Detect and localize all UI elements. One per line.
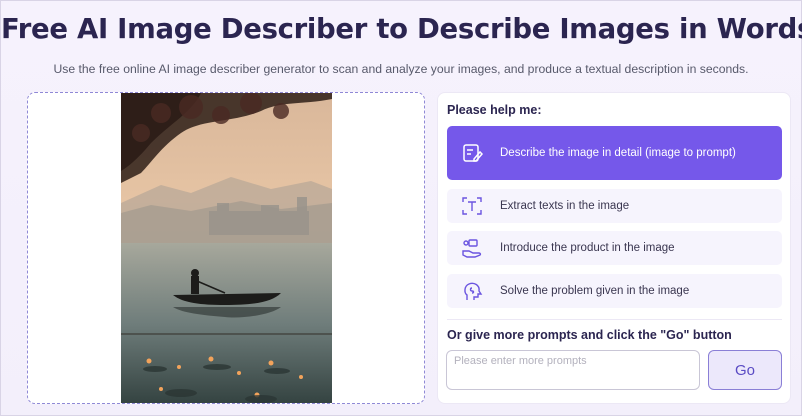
edit-document-icon	[461, 142, 483, 164]
option-label: Solve the problem given in the image	[500, 285, 690, 297]
uploaded-image	[121, 93, 332, 403]
page-title: Free AI Image Describer to Describe Imag…	[1, 13, 802, 45]
option-label: Extract texts in the image	[500, 200, 630, 212]
option-label: Describe the image in detail (image to p…	[500, 147, 736, 159]
go-button[interactable]: Go	[708, 350, 782, 390]
page-subtitle: Use the free online AI image describer g…	[53, 62, 749, 76]
prompt-heading: Or give more prompts and click the "Go" …	[447, 328, 732, 342]
divider	[447, 319, 782, 320]
text-scan-icon	[461, 195, 483, 217]
option-describe-image[interactable]: Describe the image in detail (image to p…	[447, 126, 782, 180]
brain-head-icon	[461, 280, 483, 302]
option-introduce-product[interactable]: Introduce the product in the image	[447, 231, 782, 265]
image-upload-area[interactable]	[27, 92, 425, 404]
option-extract-text[interactable]: Extract texts in the image	[447, 189, 782, 223]
option-label: Introduce the product in the image	[500, 242, 675, 254]
options-panel: Please help me: Describe the image in de…	[437, 92, 791, 404]
panel-heading: Please help me:	[447, 103, 542, 117]
product-hand-icon	[461, 237, 483, 259]
option-solve-problem[interactable]: Solve the problem given in the image	[447, 274, 782, 308]
prompt-input[interactable]	[446, 350, 700, 390]
